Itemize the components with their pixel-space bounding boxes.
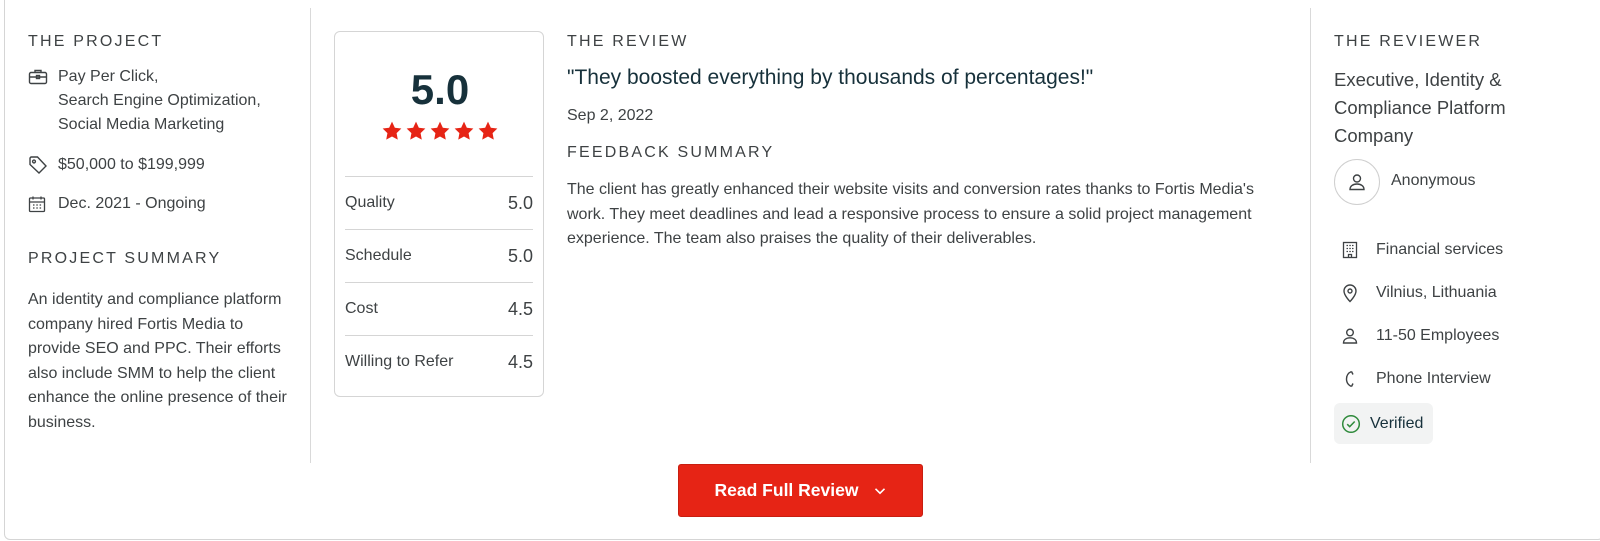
reviewer-location: Vilnius, Lithuania <box>1340 283 1497 303</box>
feedback-summary-text: The client has greatly enhanced their we… <box>567 181 1254 247</box>
location-pin-icon <box>1340 283 1360 303</box>
reviewer-title: Executive, Identity & Compliance Platfor… <box>1334 69 1506 146</box>
review-quote: "They boosted everything by thousands of… <box>567 66 1094 89</box>
review-date: Sep 2, 2022 <box>567 107 654 124</box>
rating-value: 4.5 <box>507 351 533 372</box>
star-icon <box>478 121 498 140</box>
column-divider-right <box>1310 8 1311 463</box>
project-summary-text: An identity and compliance platform comp… <box>28 291 287 431</box>
star-rating <box>335 120 545 142</box>
reviewer-industry: Financial services <box>1340 240 1503 260</box>
company-size-text: 11-50 Employees <box>1376 327 1500 344</box>
service-item: Pay Per Click, <box>58 68 159 85</box>
interview-type-text: Phone Interview <box>1376 370 1491 387</box>
rating-label: Cost <box>345 300 378 317</box>
feedback-summary-heading: FEEDBACK SUMMARY <box>567 144 775 161</box>
budget-text: $50,000 to $199,999 <box>58 156 205 173</box>
rating-value: 5.0 <box>507 245 533 266</box>
chevron-down-icon <box>874 487 886 495</box>
dates-text: Dec. 2021 - Ongoing <box>58 195 206 212</box>
check-circle-icon <box>1340 413 1362 435</box>
rating-row-willing-to-refer: Willing to Refer 4.5 <box>345 335 533 388</box>
rating-label: Willing to Refer <box>345 353 454 370</box>
avatar <box>1334 159 1380 205</box>
price-tag-icon <box>28 153 50 177</box>
user-icon <box>1349 174 1365 191</box>
rating-label: Schedule <box>345 247 412 264</box>
service-item: Social Media Marketing <box>58 116 225 133</box>
rating-value: 5.0 <box>507 192 533 213</box>
project-dates: Dec. 2021 - Ongoing <box>28 192 206 216</box>
star-icon <box>454 121 474 140</box>
project-heading: THE PROJECT <box>28 33 164 50</box>
overall-score: 5.0 <box>410 66 470 113</box>
reviewer-heading: THE REVIEWER <box>1334 33 1483 50</box>
building-icon <box>1340 240 1360 260</box>
rating-breakdown: Quality 5.0 Schedule 5.0 Cost 4.5 Willin… <box>345 176 533 388</box>
project-services: Pay Per Click, Search Engine Optimizatio… <box>28 65 261 137</box>
rating-row-cost: Cost 4.5 <box>345 282 533 335</box>
reviewer-company-size: 11-50 Employees <box>1340 326 1499 346</box>
verified-badge: Verified <box>1334 403 1434 444</box>
reviewer-name: Anonymous <box>1391 172 1476 189</box>
read-full-review-button[interactable]: Read Full Review <box>678 464 923 517</box>
column-divider-left <box>310 8 311 463</box>
read-full-review-label: Read Full Review <box>714 480 859 500</box>
rating-box: 5.0 Quality 5.0 Schedule 5.0 Cost 4.5 Wi… <box>334 31 544 397</box>
user-icon <box>1340 326 1360 346</box>
reviewer-interview-type: Phone Interview <box>1340 369 1491 389</box>
rating-label: Quality <box>345 194 395 211</box>
rating-value: 4.5 <box>507 298 533 319</box>
rating-row-quality: Quality 5.0 <box>345 176 533 229</box>
project-summary-heading: PROJECT SUMMARY <box>28 250 222 267</box>
briefcase-icon <box>28 65 50 89</box>
location-text: Vilnius, Lithuania <box>1376 284 1497 301</box>
review-heading: THE REVIEW <box>567 33 689 50</box>
industry-text: Financial services <box>1376 241 1504 258</box>
phone-icon <box>1340 369 1360 389</box>
service-item: Search Engine Optimization, <box>58 92 261 109</box>
verified-text: Verified <box>1370 414 1424 432</box>
rating-row-schedule: Schedule 5.0 <box>345 229 533 282</box>
star-icon <box>430 121 450 140</box>
star-icon <box>406 121 426 140</box>
project-budget: $50,000 to $199,999 <box>28 153 205 177</box>
calendar-icon <box>28 192 50 216</box>
star-icon <box>382 121 402 140</box>
